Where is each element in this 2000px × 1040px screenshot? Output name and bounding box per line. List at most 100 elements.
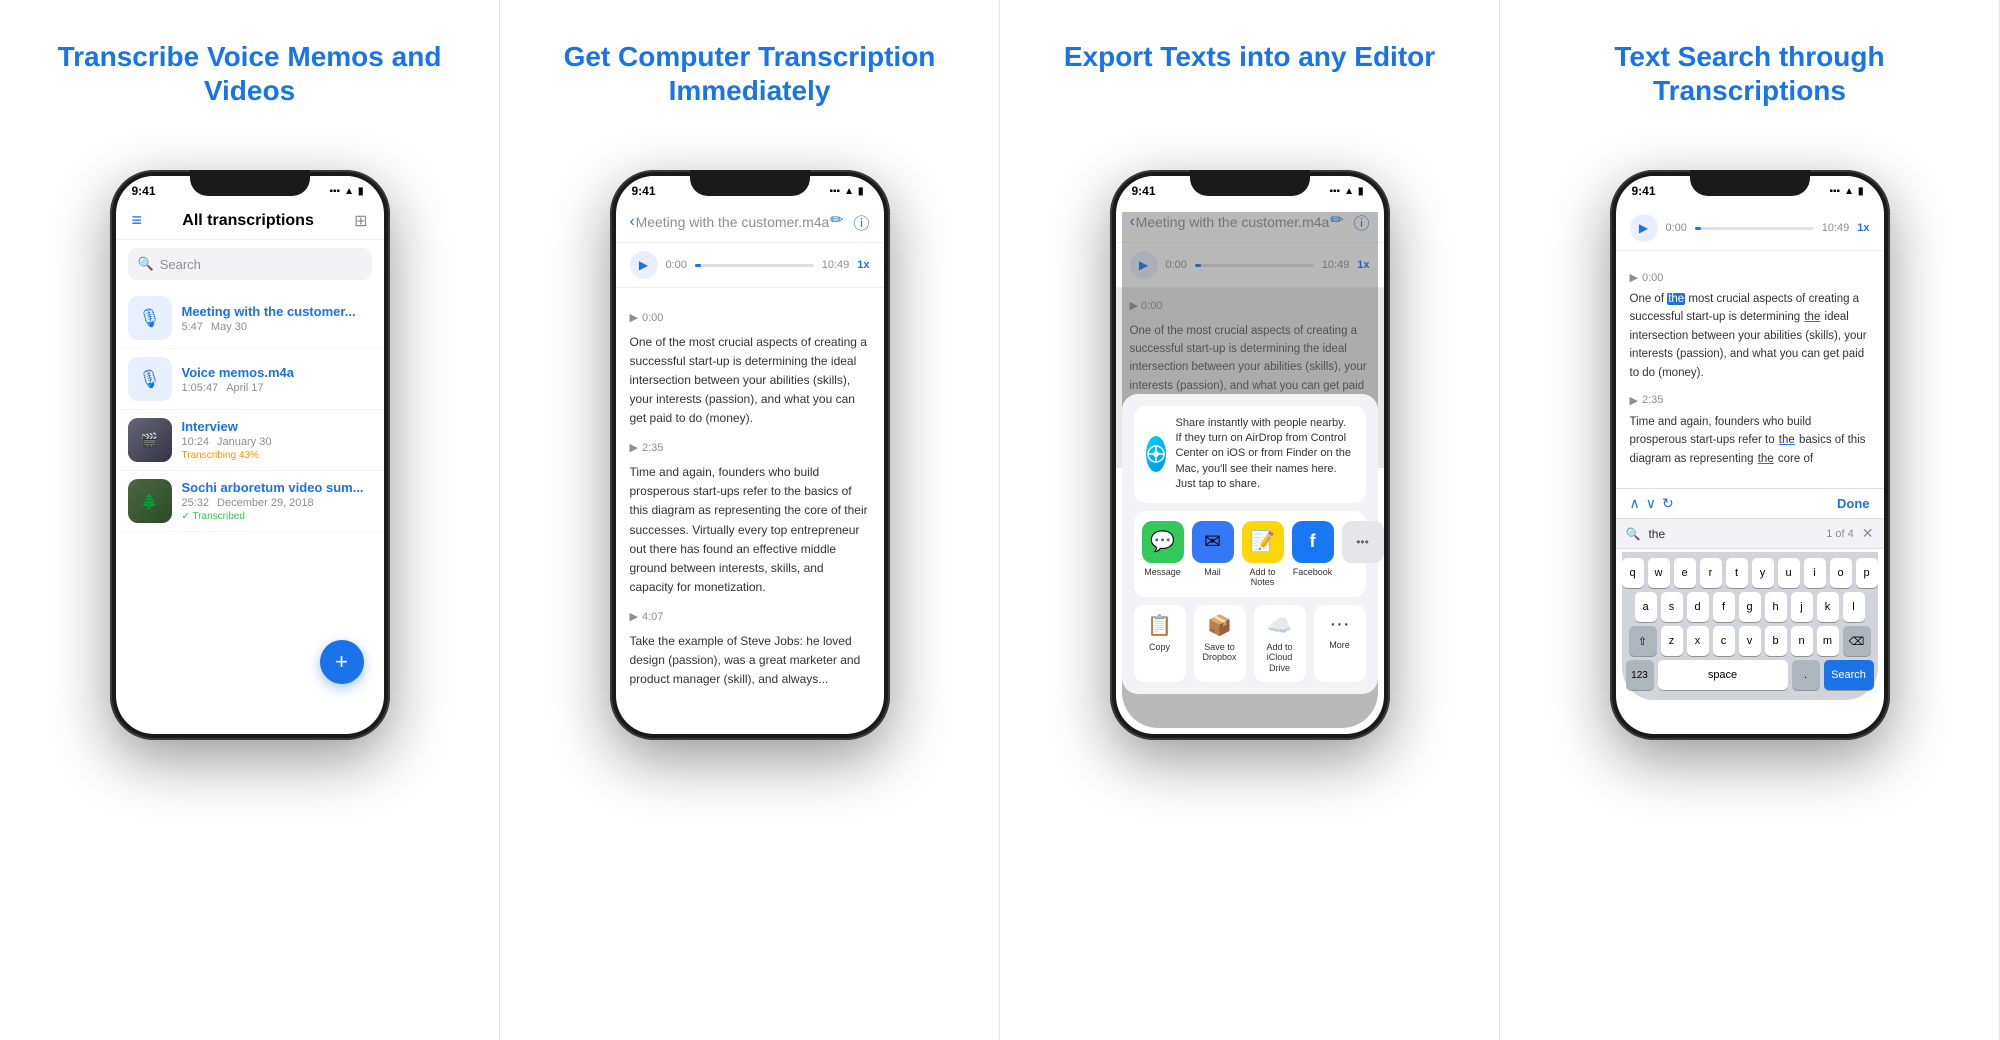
key-c[interactable]: c <box>1713 626 1735 656</box>
iphone-2: 9:41 ▪▪▪ ▲ ▮ ‹ Meeting with the customer… <box>610 170 890 740</box>
key-m[interactable]: m <box>1817 626 1839 656</box>
key-y[interactable]: y <box>1752 558 1774 588</box>
key-z[interactable]: z <box>1661 626 1683 656</box>
key-x[interactable]: x <box>1687 626 1709 656</box>
video-icon: 🎬 <box>141 432 158 449</box>
facebook-label: Facebook <box>1293 567 1333 577</box>
key-h[interactable]: h <box>1765 592 1787 622</box>
key-v[interactable]: v <box>1739 626 1761 656</box>
key-shift[interactable]: ⇧ <box>1629 626 1657 656</box>
done-button[interactable]: Done <box>1837 496 1870 511</box>
p4-block-2: Time and again, founders who build prosp… <box>1630 413 1870 468</box>
speed-button[interactable]: 1x <box>857 259 869 271</box>
key-o[interactable]: o <box>1830 558 1852 588</box>
wifi-icon-3: ▲ <box>1344 186 1354 197</box>
key-r[interactable]: r <box>1700 558 1722 588</box>
play-mini-1[interactable]: ▶ <box>630 310 638 327</box>
transcript-content-2: ▶ 0:00 One of the most crucial aspects o… <box>616 288 884 709</box>
search-toolbar: ∧ ∨ ↻ Done <box>1616 488 1884 519</box>
key-d[interactable]: d <box>1687 592 1709 622</box>
share-app-mail[interactable]: ✉ Mail <box>1192 521 1234 587</box>
play-button-4[interactable]: ▶ <box>1630 214 1658 242</box>
airdrop-svg <box>1146 444 1166 464</box>
key-a[interactable]: a <box>1635 592 1657 622</box>
panel3-title: Export Texts into any Editor <box>1064 40 1435 140</box>
audio-icon-2: 🎙 <box>128 357 172 401</box>
iphone4-notch <box>1690 170 1810 196</box>
key-123[interactable]: 123 <box>1626 660 1654 690</box>
date-1: May 30 <box>211 321 247 333</box>
share-app-notes[interactable]: 📝 Add to Notes <box>1242 521 1284 587</box>
key-q[interactable]: q <box>1622 558 1644 588</box>
audio-player-4: ▶ 0:00 10:49 1x <box>1616 206 1884 251</box>
menu-icon[interactable]: ≡ <box>132 210 143 231</box>
more-action[interactable]: ··· More <box>1314 605 1366 682</box>
progress-bar-4[interactable] <box>1695 227 1814 230</box>
p4-play-1[interactable]: ▶ <box>1630 271 1638 284</box>
key-period[interactable]: . <box>1792 660 1820 690</box>
key-l[interactable]: l <box>1843 592 1865 622</box>
copy-label: Copy <box>1149 642 1170 653</box>
p4-play-2[interactable]: ▶ <box>1630 394 1638 407</box>
progress-fill-4 <box>1695 227 1701 230</box>
clear-search-icon[interactable]: ✕ <box>1862 525 1874 542</box>
p1-header: ≡ All transcriptions ⊞ <box>116 206 384 240</box>
key-backspace[interactable]: ⌫ <box>1843 626 1871 656</box>
highlight-the-1: the <box>1667 293 1685 305</box>
list-item[interactable]: 🌲 Sochi arboretum video sum... 25:32 Dec… <box>116 471 384 532</box>
prev-result-icon[interactable]: ∧ <box>1630 495 1640 512</box>
play-mini-3[interactable]: ▶ <box>630 609 638 626</box>
play-mini-2[interactable]: ▶ <box>630 440 638 457</box>
progress-bar[interactable] <box>695 264 814 267</box>
search-query[interactable]: the <box>1648 527 1818 541</box>
add-voice-button[interactable]: + <box>320 640 364 684</box>
dropbox-label: Save to Dropbox <box>1200 642 1240 664</box>
share-app-facebook[interactable]: f Facebook <box>1292 521 1334 587</box>
copy-action[interactable]: 📋 Copy <box>1134 605 1186 682</box>
key-b[interactable]: b <box>1765 626 1787 656</box>
key-p[interactable]: p <box>1856 558 1878 588</box>
key-space[interactable]: space <box>1658 660 1788 690</box>
mic-icon: 🎙 <box>138 308 161 329</box>
key-w[interactable]: w <box>1648 558 1670 588</box>
panel-computer-transcription: Get Computer Transcription Immediately 9… <box>500 0 1000 1040</box>
speed-button-4[interactable]: 1x <box>1857 222 1869 234</box>
pencil-icon[interactable]: ✏ <box>830 210 843 234</box>
search-input-row: 🔍 the 1 of 4 ✕ <box>1616 519 1884 549</box>
key-k[interactable]: k <box>1817 592 1839 622</box>
iphone1-notch <box>190 170 310 196</box>
item-meta-2: 1:05:47 April 17 <box>182 382 372 394</box>
key-j[interactable]: j <box>1791 592 1813 622</box>
key-s[interactable]: s <box>1661 592 1683 622</box>
share-app-more[interactable]: ••• <box>1342 521 1384 587</box>
key-g[interactable]: g <box>1739 592 1761 622</box>
next-result-icon[interactable]: ∨ <box>1646 495 1656 512</box>
list-item[interactable]: 🎬 Interview 10:24 January 30 Transcribin… <box>116 410 384 471</box>
play-button[interactable]: ▶ <box>630 251 658 279</box>
info-icon[interactable]: ⓘ <box>853 210 869 234</box>
key-e[interactable]: e <box>1674 558 1696 588</box>
share-app-message[interactable]: 💬 Message <box>1142 521 1184 587</box>
time-end-4: 10:49 <box>1822 222 1850 234</box>
key-i[interactable]: i <box>1804 558 1826 588</box>
airdrop-option[interactable]: Share instantly with people nearby. If t… <box>1134 406 1366 503</box>
duration-4: 25:32 <box>182 497 210 509</box>
item-info-4: Sochi arboretum video sum... 25:32 Decem… <box>182 480 372 522</box>
icloud-action[interactable]: ☁️ Add to iCloud Drive <box>1254 605 1306 682</box>
back-icon[interactable]: ‹ <box>630 213 635 231</box>
key-n[interactable]: n <box>1791 626 1813 656</box>
search-button[interactable]: Search <box>1824 660 1874 690</box>
filter-icon[interactable]: ⊞ <box>354 211 367 231</box>
key-f[interactable]: f <box>1713 592 1735 622</box>
transcribed-badge: ✓ Transcribed <box>182 511 372 522</box>
key-u[interactable]: u <box>1778 558 1800 588</box>
p2-nav: ‹ Meeting with the customer.m4a ✏ ⓘ <box>616 206 884 243</box>
key-t[interactable]: t <box>1726 558 1748 588</box>
dropbox-action[interactable]: 📦 Save to Dropbox <box>1194 605 1246 682</box>
search-bar-1[interactable]: 🔍 Search <box>128 248 372 280</box>
timestamp-2: ▶ 2:35 <box>630 440 870 457</box>
list-item[interactable]: 🎙 Meeting with the customer... 5:47 May … <box>116 288 384 349</box>
item-meta-3: 10:24 January 30 <box>182 436 372 448</box>
list-item[interactable]: 🎙 Voice memos.m4a 1:05:47 April 17 <box>116 349 384 410</box>
refresh-icon[interactable]: ↻ <box>1662 495 1674 512</box>
